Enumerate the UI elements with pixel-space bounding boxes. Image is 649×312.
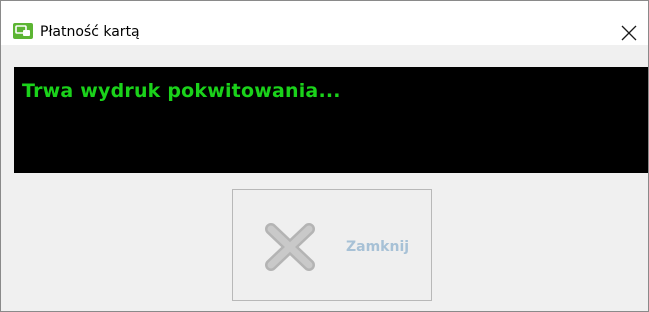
close-button[interactable]: Zamknij bbox=[232, 189, 432, 301]
close-button-label: Zamknij bbox=[346, 239, 410, 255]
card-terminal-icon bbox=[13, 23, 33, 39]
x-icon bbox=[262, 221, 318, 273]
status-message-panel: Trwa wydruk pokwitowania... bbox=[14, 67, 648, 173]
window-close-button[interactable] bbox=[614, 17, 644, 47]
close-icon bbox=[621, 25, 637, 41]
dialog-window: Płatność kartą Trwa wydruk pokwitowania.… bbox=[0, 0, 649, 312]
title-bar: Płatność kartą bbox=[1, 1, 648, 45]
window-title: Płatność kartą bbox=[40, 24, 140, 40]
status-message: Trwa wydruk pokwitowania... bbox=[22, 80, 341, 102]
